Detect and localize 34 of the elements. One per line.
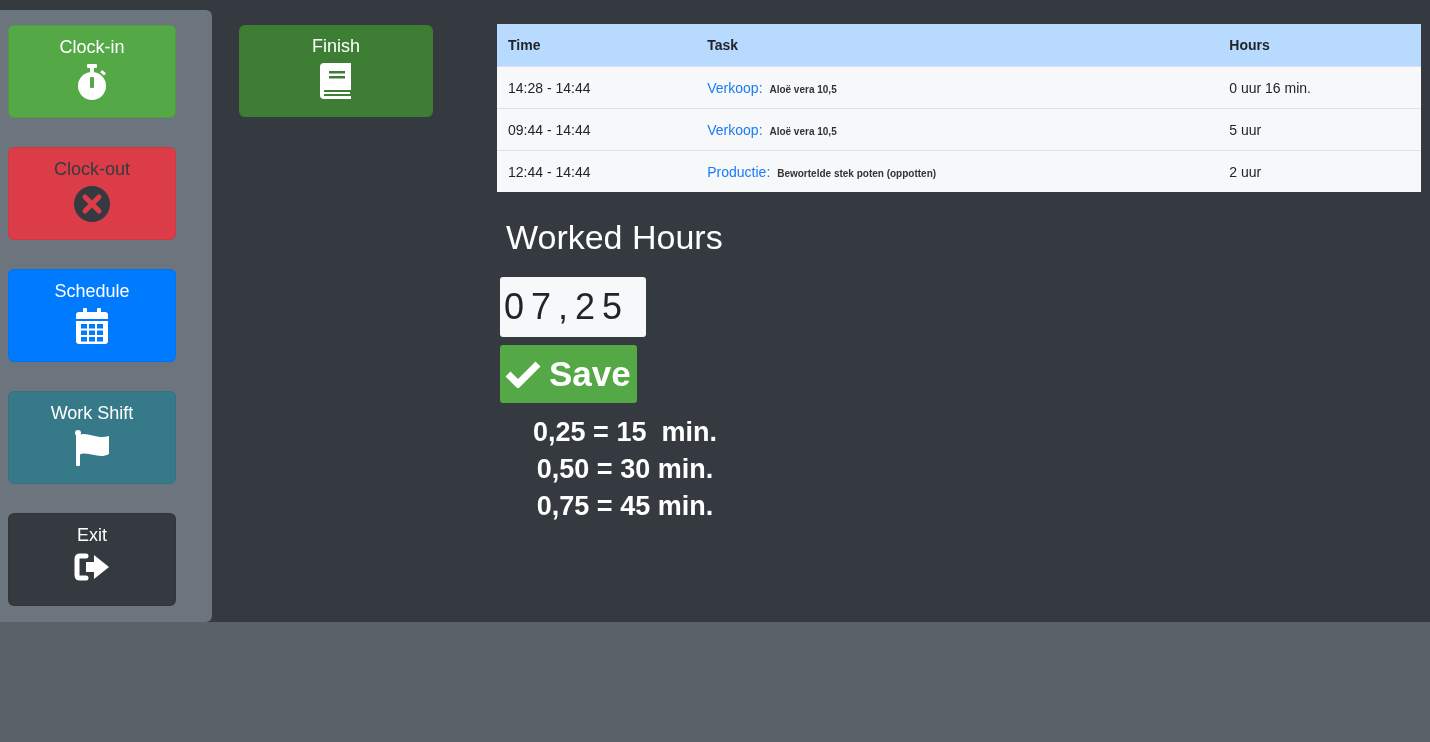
category-link[interactable]: Productie:	[707, 163, 771, 180]
table-cell: 09:44 - 14:44	[497, 108, 702, 151]
check-icon	[505, 360, 541, 388]
category-link[interactable]: Verkoop:	[707, 121, 763, 138]
close-circle-icon	[74, 186, 110, 222]
conversion-text: 0,50 = 30 min.	[536, 454, 714, 485]
flag-icon	[74, 430, 110, 466]
column-header: Task	[701, 24, 1219, 67]
stopwatch-icon	[76, 64, 108, 101]
sidebar-button[interactable]: Exit	[8, 513, 176, 606]
book-icon	[320, 63, 352, 99]
table-cell: 2 uur	[1218, 150, 1421, 192]
conversion-text: 0,75 = 45 min.	[536, 491, 714, 522]
table-cell: 14:28 - 14:44	[497, 66, 702, 109]
section-title: Worked Hours	[506, 218, 723, 257]
table-cell: 12:44 - 14:44	[497, 150, 702, 192]
column-header: Time	[497, 24, 702, 67]
task-name: Bewortelde stek poten (oppotten)	[777, 167, 937, 179]
category-link[interactable]: Verkoop:	[707, 79, 763, 96]
sidebar-button[interactable]: Schedule	[8, 269, 176, 362]
sidebar-button[interactable]: Clock-out	[8, 147, 176, 240]
sidebar-button[interactable]: Clock-in	[8, 25, 176, 118]
task-name: Aloë vera 10,5	[769, 125, 837, 137]
conversion-text: 0,25 = 15 min.	[533, 417, 717, 448]
sidebar-button[interactable]: Work Shift	[8, 391, 176, 484]
task-name: Aloë vera 10,5	[769, 83, 837, 95]
hours-field[interactable]: 07,25	[500, 277, 646, 337]
table-cell: 5 uur	[1218, 108, 1421, 151]
calendar-icon	[76, 308, 108, 344]
save-button[interactable]: Save	[500, 345, 637, 403]
finish-button[interactable]: Finish	[239, 25, 433, 117]
table-cell: 0 uur 16 min.	[1218, 66, 1421, 109]
column-header: Hours	[1218, 24, 1421, 67]
sign-out-icon	[74, 552, 110, 582]
